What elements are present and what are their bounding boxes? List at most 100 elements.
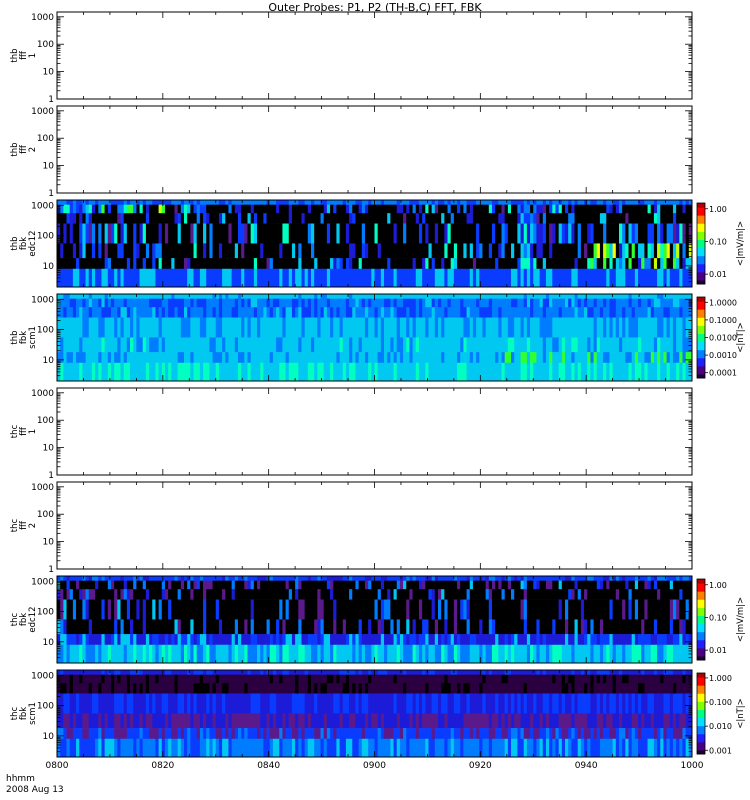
panel-7: 101001000thc fbk edc120.010.101.00<|mV/m|> [10,575,746,664]
heat-cell [69,298,74,308]
heat-cell [384,619,388,635]
heat-cell [638,599,642,620]
heat-cell [199,223,204,244]
heat-cell [123,634,128,646]
heat-cell [561,204,566,214]
heat-cell [472,268,477,288]
heat-cell [422,243,426,259]
heat-cell [603,580,607,590]
heat-cell [561,200,566,205]
heat-cell [653,634,658,646]
heat-cell [406,243,410,259]
heat-cell [469,599,474,620]
heat-cell [511,204,515,214]
heat-cell [457,223,461,244]
heat-cell [609,599,614,620]
heat-cell [622,200,626,205]
heat-cell [234,213,239,224]
heat-cell [685,576,690,581]
heat-cell [76,580,80,590]
heat-cell [434,337,439,353]
heat-cell [184,337,188,353]
colorbar-tick-label: 0.10 [709,237,727,246]
heat-cell [133,243,137,259]
heat-cell [117,223,121,244]
heat-cell [491,576,496,581]
heat-cell [330,576,334,581]
heat-cell [60,298,64,308]
heat-cell [368,243,372,259]
heat-cell [409,200,413,205]
heat-cell [79,634,83,646]
heat-cell [355,644,360,664]
heat-cell [558,634,563,646]
heat-cell [161,362,166,382]
heat-cell [434,589,439,600]
heat-cell [155,243,159,259]
heat-cell [415,200,420,205]
heat-cell [257,317,261,338]
heat-cell [301,580,306,590]
heat-cell [463,294,467,299]
heat-cell [622,352,626,364]
heat-cell [377,200,382,205]
heat-cell [568,589,572,600]
heat-cell [466,634,471,646]
heat-cell [69,644,74,664]
heat-cell [263,200,267,205]
heat-cell [142,243,147,259]
heat-cell [104,644,109,664]
heat-cell [552,204,556,214]
heat-cell [599,317,604,338]
heat-cell [333,213,337,224]
heat-cell [123,580,128,590]
heat-cell [117,243,121,259]
heat-cell [133,213,137,224]
heat-cell [60,268,64,288]
heat-cell [269,644,274,664]
heat-cell [295,307,299,318]
heat-cell [482,243,487,259]
heat-cell [399,634,404,646]
heat-cell [393,200,398,205]
heat-cell [241,307,245,318]
heat-cell [571,200,575,205]
heat-cell [152,298,156,308]
heat-cell [263,352,267,364]
heat-cell [66,298,71,308]
heat-cell [333,599,337,620]
heat-cell [149,599,153,620]
heat-cell [514,599,518,620]
heat-cell [660,599,664,620]
heat-cell [380,268,385,288]
heat-cell [222,589,226,600]
heat-cell [368,362,372,382]
heat-cell [491,352,496,364]
heat-cell [517,204,521,214]
heat-cell [126,589,131,600]
heat-cell [298,268,302,288]
heat-cell [269,634,274,646]
heat-cell [491,213,496,224]
heat-cell [345,634,350,646]
heat-cell [507,644,512,664]
heat-cell [352,204,356,214]
heat-cell [530,307,534,318]
heat-cell [317,268,321,288]
heat-cell [596,223,601,244]
heat-cell [190,204,194,214]
heat-cell [393,298,398,308]
heat-cell [123,204,128,214]
heat-cell [199,599,204,620]
heat-cell [269,619,274,635]
heat-cell [390,204,394,214]
heat-cell [460,294,464,299]
heat-cell [412,307,417,318]
heat-cell [485,337,490,353]
heat-cell [425,599,429,620]
heat-cell [469,619,474,635]
heat-cell [317,599,321,620]
heat-cell [469,634,474,646]
heat-cell [599,580,604,590]
heat-cell [371,298,375,308]
